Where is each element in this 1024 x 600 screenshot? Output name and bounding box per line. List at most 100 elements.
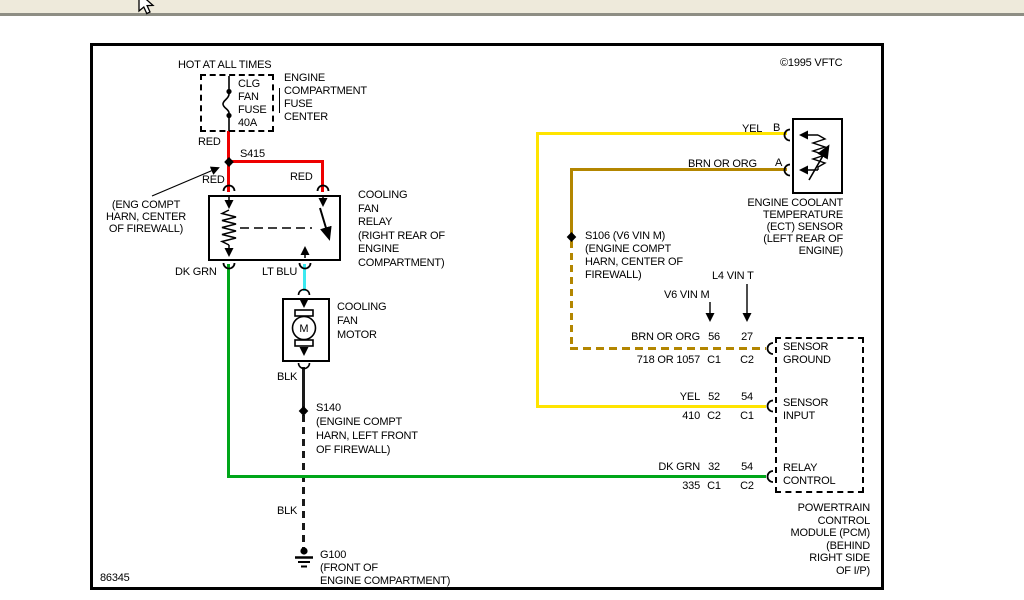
ground-label-line: ENGINE COMPARTMENT) bbox=[320, 575, 450, 588]
wire-brn-vertical-solid bbox=[570, 168, 573, 238]
label-dk-grn: DK GRN bbox=[175, 266, 217, 278]
wire-blk-motor-to-s140 bbox=[302, 367, 305, 408]
cooling-fan-motor-box bbox=[282, 298, 330, 362]
label-blk-motor: BLK bbox=[277, 371, 297, 383]
fuse-center-bracket bbox=[279, 88, 280, 113]
wire-red-fuse-to-s415 bbox=[227, 131, 230, 160]
ground-label-line: G100 bbox=[320, 549, 450, 562]
label-brn-or-org: BRN OR ORG bbox=[688, 158, 757, 170]
row1-conn-v6: C1 bbox=[706, 354, 722, 366]
row1-wire-name: BRN OR ORG bbox=[590, 331, 700, 343]
ect-pin-b: B bbox=[773, 122, 780, 134]
note-line: OF FIREWALL) bbox=[316, 443, 418, 457]
ect-label-line: (LEFT REAR OF bbox=[736, 233, 843, 245]
label-red-left: RED bbox=[202, 174, 225, 186]
fuse-center-line: COMPARTMENT bbox=[284, 85, 367, 98]
label-s415: S415 bbox=[240, 148, 265, 160]
row3-conn-l4: C2 bbox=[739, 480, 755, 492]
s415-harness-note: (ENG COMPT HARN, CENTER OF FIREWALL) bbox=[96, 199, 196, 235]
row2-pin-v6: 52 bbox=[706, 391, 722, 403]
note-line: HARN, CENTER OF bbox=[585, 256, 683, 269]
note-line: (ENGINE COMPT bbox=[585, 243, 683, 256]
wire-name: BRN OR ORG bbox=[590, 331, 700, 343]
row1-conn-l4: C2 bbox=[739, 354, 755, 366]
pcm-function-line: SENSOR bbox=[783, 397, 828, 410]
ect-pin-a: A bbox=[775, 157, 782, 169]
copyright: ©1995 VFTC bbox=[780, 57, 842, 69]
g100-label: G100 (FRONT OF ENGINE COMPARTMENT) bbox=[320, 549, 450, 588]
motor-label-line: COOLING bbox=[337, 300, 386, 314]
fuse-name-line: FUSE bbox=[238, 104, 267, 117]
wire-brn-dashed-to-pcm bbox=[570, 347, 766, 350]
pcm-function-line: CONTROL bbox=[783, 475, 835, 488]
wire-red-s415-right bbox=[227, 160, 324, 163]
note-line: S106 (V6 VIN M) bbox=[585, 230, 683, 243]
ect-label-line: TEMPERATURE bbox=[736, 209, 843, 221]
row3-circuit: 335 bbox=[590, 480, 700, 492]
ect-label-line: ENGINE) bbox=[736, 245, 843, 257]
pcm-label-line: CONTROL bbox=[760, 515, 870, 528]
note-line: (ENGINE COMPT bbox=[316, 415, 418, 429]
pcm-label-line: OF I/P) bbox=[760, 565, 870, 578]
pcm-function-relay-control: RELAY CONTROL bbox=[783, 462, 835, 488]
pcm-function-sensor-input: SENSOR INPUT bbox=[783, 397, 828, 423]
motor-label: COOLING FAN MOTOR bbox=[337, 300, 386, 342]
row2-pin-l4: 54 bbox=[739, 391, 755, 403]
wire-red-s415-down bbox=[227, 160, 230, 192]
wire-name: YEL bbox=[590, 391, 700, 403]
label-red-right: RED bbox=[290, 171, 313, 183]
pcm-label-line: RIGHT SIDE bbox=[760, 552, 870, 565]
motor-label-line: MOTOR bbox=[337, 328, 386, 342]
label-blk-ground: BLK bbox=[277, 505, 297, 517]
wire-ltblu-relay-to-motor bbox=[303, 264, 306, 291]
motor-label-line: FAN bbox=[337, 314, 386, 328]
wire-yel-vertical bbox=[536, 132, 539, 408]
s106-note: S106 (V6 VIN M) (ENGINE COMPT HARN, CENT… bbox=[585, 230, 683, 282]
ect-label-line: ENGINE COOLANT bbox=[736, 197, 843, 209]
label-yel: YEL bbox=[742, 123, 762, 135]
row3-pin-l4: 54 bbox=[739, 461, 755, 473]
row1-circuit: 718 OR 1057 bbox=[590, 354, 700, 366]
relay-label-line: ENGINE bbox=[358, 243, 445, 257]
row2-conn-v6: C2 bbox=[706, 410, 722, 422]
row3-conn-v6: C1 bbox=[706, 480, 722, 492]
fuse-center-line: FUSE bbox=[284, 98, 367, 111]
wire-red-right-down bbox=[321, 160, 324, 192]
fuse-name-line: 40A bbox=[238, 117, 267, 130]
wire-yel-to-pcm bbox=[536, 405, 766, 408]
wire-blk-dashed-s140-to-g100 bbox=[302, 415, 305, 548]
note-line: OF FIREWALL) bbox=[96, 223, 196, 235]
row3-wire-name: DK GRN bbox=[590, 461, 700, 473]
label-red-fuse: RED bbox=[198, 136, 221, 148]
wire-name: DK GRN bbox=[590, 461, 700, 473]
note-line: HARN, CENTER bbox=[96, 211, 196, 223]
row2-circuit: 410 bbox=[590, 410, 700, 422]
label-lt-blu: LT BLU bbox=[262, 266, 297, 278]
application-toolbar[interactable] bbox=[0, 0, 1024, 16]
figure-number: 86345 bbox=[100, 572, 130, 584]
ect-label: ENGINE COOLANT TEMPERATURE (ECT) SENSOR … bbox=[736, 197, 843, 257]
fuse-center-label: ENGINE COMPARTMENT FUSE CENTER bbox=[284, 72, 367, 124]
cooling-fan-relay-box bbox=[208, 195, 341, 261]
pcm-function-line: INPUT bbox=[783, 410, 828, 423]
circuit-number: 718 OR 1057 bbox=[590, 354, 700, 366]
circuit-number: 335 bbox=[590, 480, 700, 492]
ect-label-line: (ECT) SENSOR bbox=[736, 221, 843, 233]
pcm-function-line: RELAY bbox=[783, 462, 835, 475]
column-header-l4: L4 VIN T bbox=[712, 270, 754, 282]
relay-label-line: (RIGHT REAR OF bbox=[358, 230, 445, 244]
fuse-name: CLG FAN FUSE 40A bbox=[238, 78, 267, 130]
relay-label-line: FAN bbox=[358, 203, 445, 217]
relay-label: COOLING FAN RELAY (RIGHT REAR OF ENGINE … bbox=[358, 189, 445, 270]
wire-dkgrn-vertical bbox=[227, 264, 230, 478]
note-line: HARN, LEFT FRONT bbox=[316, 429, 418, 443]
pcm-label-line: MODULE (PCM) bbox=[760, 527, 870, 540]
circuit-number: 410 bbox=[590, 410, 700, 422]
fuse-center-line: CENTER bbox=[284, 111, 367, 124]
column-header-v6: V6 VIN M bbox=[664, 289, 709, 301]
note-line: (ENG COMPT bbox=[96, 199, 196, 211]
row3-pin-v6: 32 bbox=[706, 461, 722, 473]
ground-label-line: (FRONT OF bbox=[320, 562, 450, 575]
pcm-function-line: SENSOR bbox=[783, 341, 831, 354]
note-line: FIREWALL) bbox=[585, 269, 683, 282]
